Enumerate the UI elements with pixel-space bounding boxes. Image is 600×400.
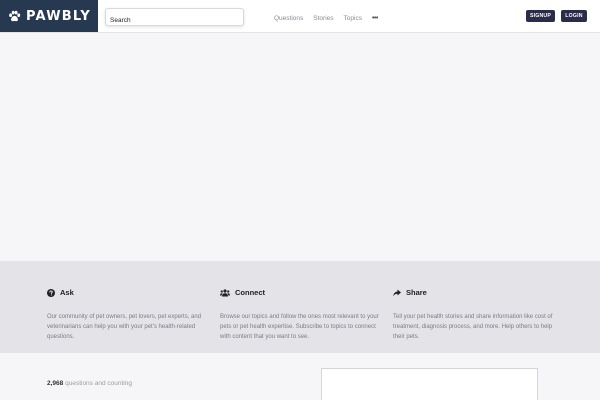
feature-title-row: Ask — [47, 288, 207, 297]
logo[interactable]: PAWBLY — [0, 0, 98, 32]
question-counter: 2,968 questions and counting — [47, 380, 132, 387]
logo-text: PAWBLY — [26, 8, 91, 24]
question-count-label: questions and counting — [65, 380, 132, 387]
nav-questions[interactable]: Questions — [274, 15, 303, 22]
sidebar-card — [321, 368, 538, 400]
feature-description: Tell your pet health stories and share i… — [393, 314, 553, 340]
question-count: 2,968 — [47, 380, 64, 387]
feature-title: Ask — [60, 288, 74, 297]
nav-stories[interactable]: Stories — [313, 15, 333, 22]
paw-icon — [9, 10, 21, 21]
feature-description: Browse our topics and follow the ones mo… — [220, 314, 379, 340]
feature-connect: Connect Browse our topics and follow the… — [220, 288, 380, 342]
feature-title-row: Share — [393, 288, 553, 297]
feature-title-row: Connect — [220, 288, 380, 297]
more-menu-icon[interactable]: ••• — [372, 15, 378, 22]
search-box — [105, 8, 244, 29]
feature-title: Share — [406, 288, 427, 297]
signup-button[interactable]: SIGNUP — [526, 10, 555, 22]
nav-topics[interactable]: Topics — [344, 15, 362, 22]
users-icon — [220, 288, 230, 296]
feature-share: Share Tell your pet health stories and s… — [393, 288, 553, 342]
feature-description: Our community of pet owners, pet lovers,… — [47, 314, 202, 340]
main-nav: Questions Stories Topics ••• — [274, 15, 388, 22]
login-button[interactable]: LOGIN — [561, 10, 587, 22]
search-input[interactable] — [106, 12, 243, 29]
feature-ask: Ask Our community of pet owners, pet lov… — [47, 288, 207, 342]
question-circle-icon — [47, 288, 55, 297]
features-band: Ask Our community of pet owners, pet lov… — [0, 261, 600, 353]
top-header: PAWBLY Questions Stories Topics ••• SIGN… — [0, 0, 600, 33]
share-icon — [393, 289, 401, 296]
feature-title: Connect — [235, 288, 265, 297]
